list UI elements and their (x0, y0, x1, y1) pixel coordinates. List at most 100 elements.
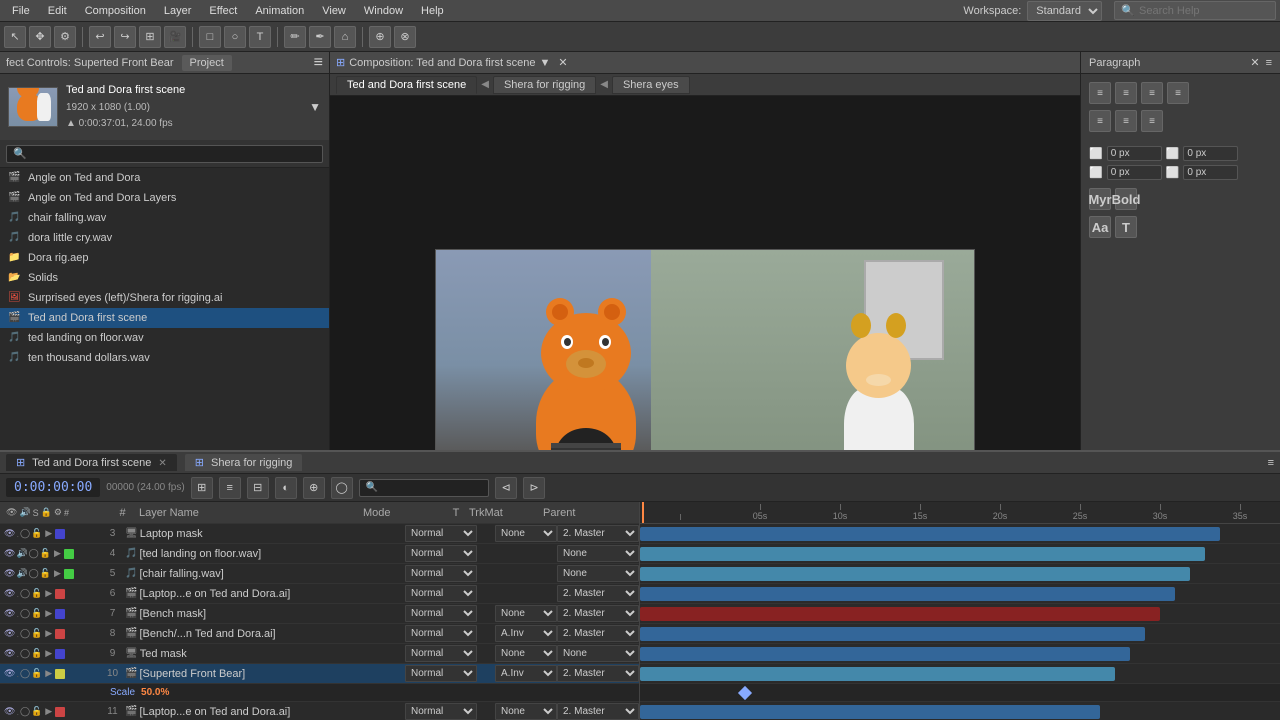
space-before-input[interactable] (1107, 165, 1162, 180)
playhead[interactable] (642, 502, 644, 523)
comp-tab-shera[interactable]: Shera for rigging (493, 76, 596, 94)
tool-move[interactable]: ✥ (29, 26, 51, 48)
tool-ellipse[interactable]: ○ (224, 26, 246, 48)
tool-brush[interactable]: ✒ (309, 26, 331, 48)
layer-expand[interactable]: ▶ (43, 608, 54, 619)
layer-trkmat-select[interactable]: None (495, 525, 557, 542)
solo-toggle[interactable]: ◯ (20, 628, 30, 639)
layer-mode-select[interactable]: Normal (405, 545, 477, 562)
project-file-item[interactable]: 🎬Angle on Ted and Dora (0, 168, 329, 188)
layer-parent-select[interactable]: 2. Master (557, 585, 639, 602)
layer-expand[interactable]: ▶ (43, 628, 54, 639)
tool-text[interactable]: T (249, 26, 271, 48)
solo-toggle[interactable]: ◯ (20, 608, 30, 619)
workspace-select[interactable]: Standard (1027, 1, 1102, 21)
track-bar[interactable] (640, 705, 1100, 719)
layer-mode-select[interactable]: Normal (405, 525, 477, 542)
lock-toggle[interactable]: 🔓 (31, 528, 42, 539)
project-file-item[interactable]: 🎵ten thousand dollars.wav (0, 348, 329, 368)
tl-panel-menu[interactable]: ≡ (1268, 457, 1274, 469)
comp-tab-eyes[interactable]: Shera eyes (612, 76, 690, 94)
keyframe-diamond[interactable] (738, 686, 752, 700)
align-center-btn[interactable]: ≡ (1115, 82, 1137, 104)
eye-toggle[interactable]: 👁 (4, 648, 15, 659)
layer-trkmat-select[interactable]: A.Inv (495, 625, 557, 642)
menu-help[interactable]: Help (413, 3, 452, 19)
solo-toggle[interactable]: ◯ (20, 668, 30, 679)
layer-trkmat-select[interactable]: None (495, 703, 557, 720)
project-file-item[interactable]: 📂Solids (0, 268, 329, 288)
menu-effect[interactable]: Effect (201, 3, 245, 19)
tl-3d-btn[interactable]: ⊕ (303, 477, 325, 499)
bold-btn[interactable]: Bold (1115, 188, 1137, 210)
layer-expand[interactable]: ▶ (52, 548, 63, 559)
tl-solo-btn[interactable]: ◯ (331, 477, 353, 499)
layer-expand[interactable]: ▶ (43, 588, 54, 599)
all-caps-btn[interactable]: Aa (1089, 216, 1111, 238)
layer-mode-select[interactable]: Normal (405, 565, 477, 582)
layer-mode-select[interactable]: Normal (405, 605, 477, 622)
tool-pen[interactable]: ✏ (284, 26, 306, 48)
solo-toggle[interactable]: ◯ (20, 648, 30, 659)
tl-keyframe-nav-fwd[interactable]: ⊳ (523, 477, 545, 499)
layer-mode-select[interactable]: Normal (405, 703, 477, 720)
track-bar[interactable] (640, 667, 1115, 681)
layer-row[interactable]: 👁 . ◯ 🔓 ▶ 11 🎬 [Laptop...e on Ted and Do… (0, 702, 639, 720)
eye-toggle[interactable]: 👁 (4, 608, 15, 619)
comp-header-close[interactable]: ✕ (558, 56, 567, 69)
layer-mode-select[interactable]: Normal (405, 645, 477, 662)
lock-toggle[interactable]: 🔓 (31, 608, 42, 619)
tool-puppet[interactable]: ⊕ (369, 26, 391, 48)
tool-rect[interactable]: □ (199, 26, 221, 48)
track-bar[interactable] (640, 547, 1205, 561)
menu-animation[interactable]: Animation (247, 3, 312, 19)
solo-toggle[interactable]: ◯ (20, 528, 30, 539)
layer-expand[interactable]: ▶ (43, 668, 54, 679)
project-file-item[interactable]: 🎵dora little cry.wav (0, 228, 329, 248)
tool-preview[interactable]: ⊞ (139, 26, 161, 48)
comp-tab-arrow-1[interactable]: ◀ (481, 79, 489, 90)
layer-parent-select[interactable]: 2. Master (557, 525, 639, 542)
track-bar[interactable] (640, 527, 1220, 541)
project-file-item[interactable]: 🎬Ted and Dora first scene (0, 308, 329, 328)
audio-toggle[interactable]: 🔊 (16, 548, 27, 559)
indent-right-input[interactable] (1183, 146, 1238, 161)
menu-window[interactable]: Window (356, 3, 411, 19)
layer-row[interactable]: 👁 . ◯ 🔓 ▶ 6 🎬 [Laptop...e on Ted and Dor… (0, 584, 639, 604)
solo-toggle[interactable]: ◯ (20, 588, 30, 599)
comp-tab-arrow-2[interactable]: ◀ (600, 79, 608, 90)
layer-parent-select[interactable]: None (557, 545, 639, 562)
layer-parent-select[interactable]: 2. Master (557, 665, 639, 682)
tool-undo[interactable]: ↩ (89, 26, 111, 48)
track-bar[interactable] (640, 567, 1190, 581)
comp-header-menu[interactable]: ▼ (540, 57, 551, 69)
track-bar[interactable] (640, 587, 1175, 601)
layer-row[interactable]: 👁 🔊 ◯ 🔓 ▶ 4 🎵 [ted landing on floor.wav]… (0, 544, 639, 564)
menu-edit[interactable]: Edit (40, 3, 75, 19)
tl-tab-ted-close[interactable]: ✕ (158, 458, 166, 469)
layer-row[interactable]: 👁 . ◯ 🔓 ▶ 9 🖥 Ted mask Normal None None (0, 644, 639, 664)
tool-redo[interactable]: ↪ (114, 26, 136, 48)
align-right-btn[interactable]: ≡ (1141, 82, 1163, 104)
lock-toggle[interactable]: 🔓 (31, 588, 42, 599)
align-justify-btn[interactable]: ≡ (1167, 82, 1189, 104)
project-file-item[interactable]: 🖼Surprised eyes (left)/Shera for rigging… (0, 288, 329, 308)
layer-mode-select[interactable]: Normal (405, 625, 477, 642)
tool-clone[interactable]: ⌂ (334, 26, 356, 48)
space-after-input[interactable] (1183, 165, 1238, 180)
layer-parent-select[interactable]: 2. Master (557, 625, 639, 642)
solo-toggle[interactable]: ◯ (29, 568, 39, 579)
tl-tab-shera[interactable]: ⊞ Shera for rigging (185, 454, 303, 471)
layer-trkmat-select[interactable]: None (495, 645, 557, 662)
tool-zoom-toolbar[interactable]: ⚙ (54, 26, 76, 48)
layer-trkmat-select[interactable]: A.Inv (495, 665, 557, 682)
search-input[interactable] (1139, 5, 1269, 17)
layer-expand[interactable]: ▶ (43, 648, 54, 659)
lock-toggle[interactable]: 🔓 (40, 568, 51, 579)
tl-toggle-view-btn[interactable]: ≡ (219, 477, 241, 499)
layer-expand[interactable]: ▶ (52, 568, 63, 579)
track-bar[interactable] (640, 607, 1160, 621)
layer-parent-select[interactable]: None (557, 645, 639, 662)
project-file-item[interactable]: 🎬Angle on Ted and Dora Layers (0, 188, 329, 208)
project-search-input[interactable] (6, 145, 323, 163)
